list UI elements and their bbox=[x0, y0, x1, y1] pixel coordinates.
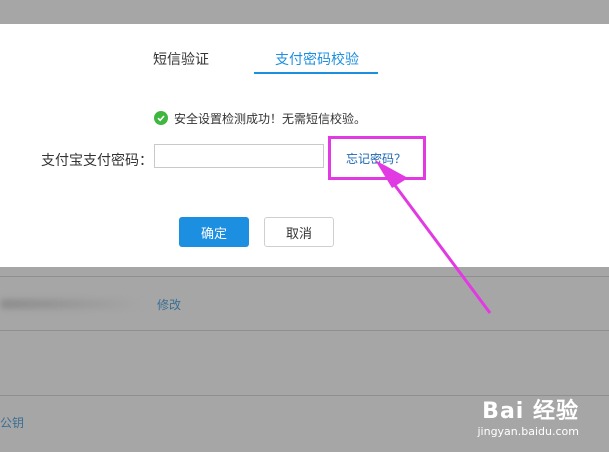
verification-dialog: 短信验证 支付密码校验 安全设置检测成功！无需短信校验。 支付宝支付密码： 忘记… bbox=[0, 24, 609, 267]
cancel-button[interactable]: 取消 bbox=[264, 217, 334, 247]
payment-password-input[interactable] bbox=[154, 144, 324, 168]
background-divider bbox=[0, 330, 609, 331]
public-key-link[interactable]: 公钥 bbox=[0, 414, 24, 431]
modify-link[interactable]: 修改 bbox=[157, 296, 181, 313]
check-circle-icon bbox=[154, 111, 168, 125]
blurred-account-text bbox=[0, 299, 140, 309]
watermark-logo-text: Bai 经验 bbox=[482, 399, 579, 424]
highlight-box bbox=[328, 136, 426, 180]
background-divider bbox=[0, 276, 609, 277]
success-notice-text: 安全设置检测成功！无需短信校验。 bbox=[174, 111, 367, 126]
password-label: 支付宝支付密码： bbox=[41, 153, 153, 169]
confirm-button[interactable]: 确定 bbox=[179, 217, 249, 247]
tab-bar: 短信验证 支付密码校验 bbox=[0, 24, 609, 74]
baidu-watermark: Bai 经验 jingyan.baidu.com bbox=[477, 393, 579, 438]
active-tab-indicator bbox=[254, 72, 378, 74]
success-notice: 安全设置检测成功！无需短信校验。 bbox=[154, 110, 366, 126]
tab-payment-password[interactable]: 支付密码校验 bbox=[275, 49, 359, 69]
watermark-url: jingyan.baidu.com bbox=[477, 425, 579, 438]
tab-sms-verification[interactable]: 短信验证 bbox=[153, 49, 209, 69]
